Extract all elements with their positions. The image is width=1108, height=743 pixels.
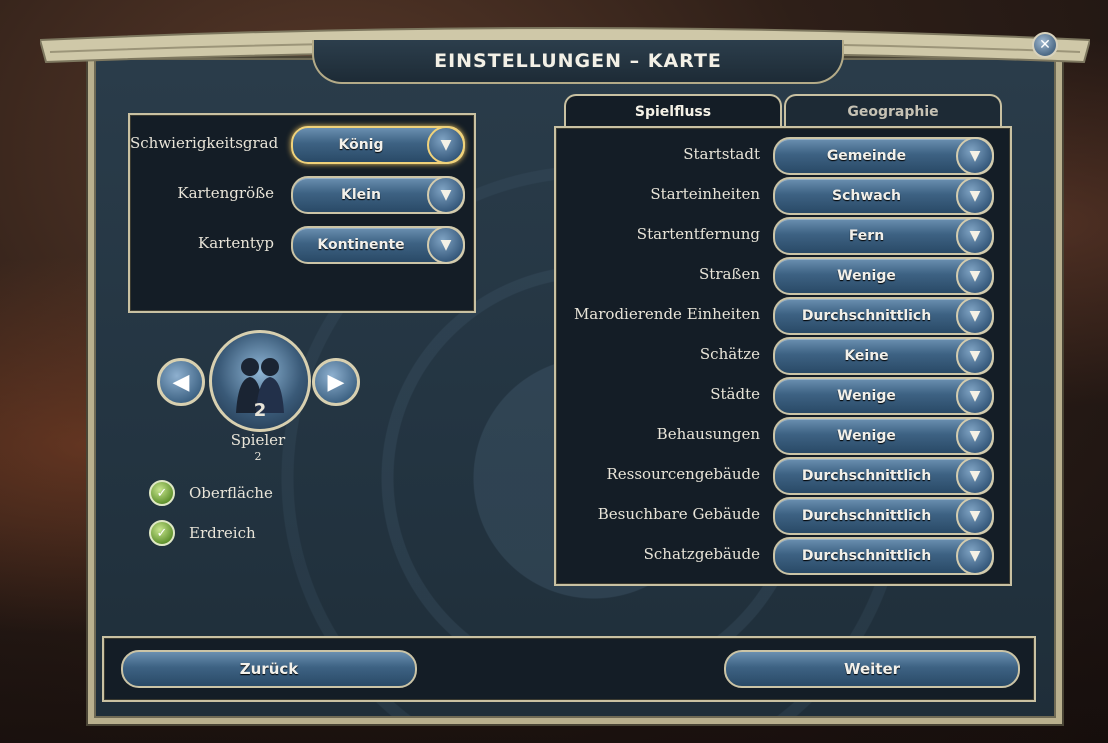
players-portrait: 2 [209,330,311,432]
level-surface-label: Oberfläche [189,484,273,502]
chevron-down-icon[interactable]: ▼ [956,377,994,415]
gameflow-row-value: Fern [848,228,885,244]
gameflow-row-label: Städte [710,385,760,403]
gameflow-row-dropdown[interactable]: Keine ▼ [773,337,994,375]
chevron-down-icon[interactable]: ▼ [956,337,994,375]
gameflow-row-value: Gemeinde [826,148,907,164]
difficulty-label: Schwierigkeitsgrad [130,134,279,152]
map-size-value: Klein [341,187,381,203]
map-type-value: Kontinente [317,237,405,253]
gameflow-row-label: Ressourcengebäude [606,465,760,483]
arrow-left-icon[interactable]: ◀ [157,358,205,406]
gameflow-row-dropdown[interactable]: Wenige ▼ [773,417,994,455]
gameflow-row-dropdown[interactable]: Durchschnittlich ▼ [773,497,994,535]
map-type-label: Kartentyp [198,234,274,252]
checkmark-icon[interactable]: ✓ [149,480,175,506]
gameflow-row-dropdown[interactable]: Durchschnittlich ▼ [773,457,994,495]
gameflow-row-dropdown[interactable]: Durchschnittlich ▼ [773,537,994,575]
gameflow-row-value: Wenige [837,428,896,444]
level-underground-label: Erdreich [189,524,256,542]
chevron-down-icon[interactable]: ▼ [956,217,994,255]
gameflow-row-label: Starteinheiten [650,185,760,203]
gameflow-row-label: Straßen [699,265,760,283]
gameflow-row-dropdown[interactable]: Wenige ▼ [773,257,994,295]
gameflow-row-dropdown[interactable]: Gemeinde ▼ [773,137,994,175]
gameflow-row-dropdown[interactable]: Durchschnittlich ▼ [773,297,994,335]
chevron-down-icon[interactable]: ▼ [956,297,994,335]
difficulty-value: König [338,137,384,153]
gameflow-row-dropdown[interactable]: Wenige ▼ [773,377,994,415]
map-type-dropdown[interactable]: Kontinente ▼ [291,226,465,264]
arrow-right-icon[interactable]: ▶ [312,358,360,406]
gameflow-row-dropdown[interactable]: Fern ▼ [773,217,994,255]
gameflow-row-dropdown[interactable]: Schwach ▼ [773,177,994,215]
gameflow-row-label: Startstadt [683,145,760,163]
gameflow-row-label: Behausungen [656,425,760,443]
title-plate: EINSTELLUNGEN – KARTE [312,40,844,84]
chevron-down-icon[interactable]: ▼ [956,417,994,455]
gameflow-row-label: Startentfernung [636,225,760,243]
players-label: Spieler [230,431,286,449]
gameflow-row-value: Keine [844,348,889,364]
chevron-down-icon[interactable]: ▼ [427,126,465,164]
gameflow-row-value: Durchschnittlich [801,308,932,324]
chevron-down-icon[interactable]: ▼ [956,457,994,495]
gameflow-row-value: Durchschnittlich [801,508,932,524]
next-button[interactable]: Weiter [724,650,1020,688]
gameflow-row-value: Durchschnittlich [801,468,932,484]
back-button[interactable]: Zurück [121,650,417,688]
chevron-down-icon[interactable]: ▼ [956,497,994,535]
checkmark-icon[interactable]: ✓ [149,520,175,546]
page-title: EINSTELLUNGEN – KARTE [434,50,722,72]
tab-geographie-label: Geographie [847,104,939,120]
players-sub-value: 2 [254,450,262,463]
gameflow-row-label: Marodierende Einheiten [573,305,760,323]
map-size-label: Kartengröße [177,184,274,202]
chevron-down-icon[interactable]: ▼ [956,137,994,175]
difficulty-dropdown[interactable]: König ▼ [291,126,465,164]
chevron-down-icon[interactable]: ▼ [956,177,994,215]
chevron-down-icon[interactable]: ▼ [956,257,994,295]
gameflow-row-value: Wenige [837,388,896,404]
gameflow-row-value: Wenige [837,268,896,284]
gameflow-row-label: Schatzgebäude [643,545,760,563]
map-size-dropdown[interactable]: Klein ▼ [291,176,465,214]
gameflow-row-label: Besuchbare Gebäude [597,505,760,523]
tab-geographie[interactable]: Geographie [784,94,1002,128]
chevron-down-icon[interactable]: ▼ [956,537,994,575]
gameflow-row-value: Schwach [832,188,901,204]
close-icon[interactable]: ✕ [1032,32,1058,58]
tab-spielfluss-label: Spielfluss [634,104,712,120]
tab-spielfluss[interactable]: Spielfluss [564,94,782,128]
chevron-down-icon[interactable]: ▼ [427,176,465,214]
player-count-badge: 2 [253,400,267,421]
gameflow-row-value: Durchschnittlich [801,548,932,564]
chevron-down-icon[interactable]: ▼ [427,226,465,264]
gameflow-row-label: Schätze [699,345,760,363]
